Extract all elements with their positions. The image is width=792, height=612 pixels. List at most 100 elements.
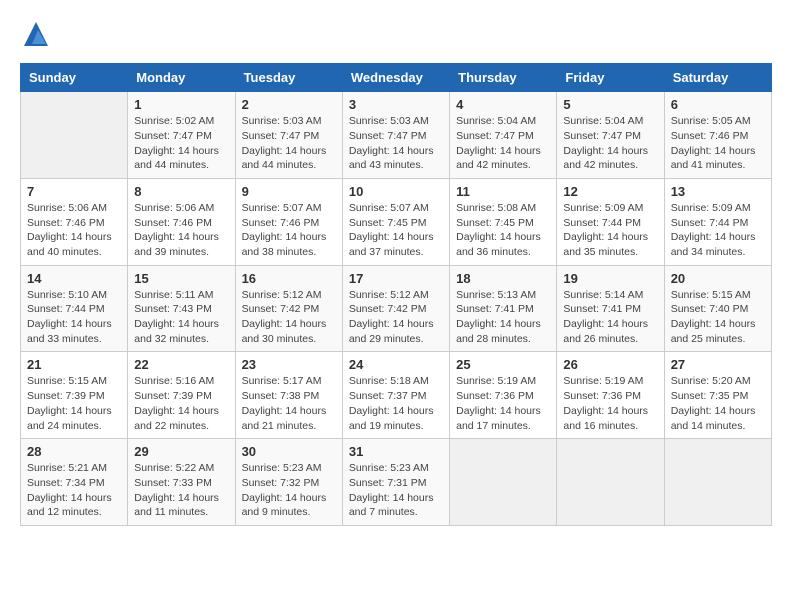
- calendar-cell: 4 Sunrise: 5:04 AM Sunset: 7:47 PM Daylig…: [450, 92, 557, 179]
- day-number: 28: [27, 444, 121, 459]
- calendar-cell: [557, 439, 664, 526]
- day-info: Sunrise: 5:07 AM Sunset: 7:45 PM Dayligh…: [349, 201, 443, 260]
- day-info: Sunrise: 5:15 AM Sunset: 7:40 PM Dayligh…: [671, 288, 765, 347]
- header-cell-wednesday: Wednesday: [342, 64, 449, 92]
- day-number: 12: [563, 184, 657, 199]
- day-number: 20: [671, 271, 765, 286]
- day-number: 15: [134, 271, 228, 286]
- day-number: 13: [671, 184, 765, 199]
- calendar-cell: 1 Sunrise: 5:02 AM Sunset: 7:47 PM Daylig…: [128, 92, 235, 179]
- header-cell-sunday: Sunday: [21, 64, 128, 92]
- day-number: 7: [27, 184, 121, 199]
- calendar-cell: 25 Sunrise: 5:19 AM Sunset: 7:36 PM Dayli…: [450, 352, 557, 439]
- calendar-cell: 27Sunrise: 5:20 AM Sunset: 7:35 PM Dayli…: [664, 352, 771, 439]
- day-number: 11: [456, 184, 550, 199]
- day-info: Sunrise: 5:13 AM Sunset: 7:41 PM Dayligh…: [456, 288, 550, 347]
- calendar-cell: 19 Sunrise: 5:14 AM Sunset: 7:41 PM Dayli…: [557, 265, 664, 352]
- header-row: SundayMondayTuesdayWednesdayThursdayFrid…: [21, 64, 772, 92]
- calendar-cell: 5Sunrise: 5:04 AM Sunset: 7:47 PM Daylig…: [557, 92, 664, 179]
- day-number: 3: [349, 97, 443, 112]
- calendar-cell: 20 Sunrise: 5:15 AM Sunset: 7:40 PM Dayli…: [664, 265, 771, 352]
- day-number: 6: [671, 97, 765, 112]
- day-number: 17: [349, 271, 443, 286]
- day-number: 9: [242, 184, 336, 199]
- day-number: 25: [456, 357, 550, 372]
- day-info: Sunrise: 5:23 AM Sunset: 7:32 PM Dayligh…: [242, 461, 336, 520]
- day-number: 24: [349, 357, 443, 372]
- calendar-cell: [664, 439, 771, 526]
- calendar-cell: 30 Sunrise: 5:23 AM Sunset: 7:32 PM Dayli…: [235, 439, 342, 526]
- day-info: Sunrise: 5:11 AM Sunset: 7:43 PM Dayligh…: [134, 288, 228, 347]
- day-info: Sunrise: 5:02 AM Sunset: 7:47 PM Dayligh…: [134, 114, 228, 173]
- day-info: Sunrise: 5:12 AM Sunset: 7:42 PM Dayligh…: [349, 288, 443, 347]
- calendar-week-0: 1 Sunrise: 5:02 AM Sunset: 7:47 PM Daylig…: [21, 92, 772, 179]
- day-info: Sunrise: 5:21 AM Sunset: 7:34 PM Dayligh…: [27, 461, 121, 520]
- day-number: 21: [27, 357, 121, 372]
- day-number: 30: [242, 444, 336, 459]
- day-number: 27: [671, 357, 765, 372]
- calendar-cell: 3 Sunrise: 5:03 AM Sunset: 7:47 PM Daylig…: [342, 92, 449, 179]
- header-cell-friday: Friday: [557, 64, 664, 92]
- day-info: Sunrise: 5:22 AM Sunset: 7:33 PM Dayligh…: [134, 461, 228, 520]
- calendar-cell: 15 Sunrise: 5:11 AM Sunset: 7:43 PM Dayli…: [128, 265, 235, 352]
- day-number: 18: [456, 271, 550, 286]
- day-number: 26: [563, 357, 657, 372]
- logo: [20, 20, 50, 53]
- day-info: Sunrise: 5:12 AM Sunset: 7:42 PM Dayligh…: [242, 288, 336, 347]
- day-info: Sunrise: 5:14 AM Sunset: 7:41 PM Dayligh…: [563, 288, 657, 347]
- day-info: Sunrise: 5:06 AM Sunset: 7:46 PM Dayligh…: [134, 201, 228, 260]
- calendar-cell: 29 Sunrise: 5:22 AM Sunset: 7:33 PM Dayli…: [128, 439, 235, 526]
- calendar-week-2: 14 Sunrise: 5:10 AM Sunset: 7:44 PM Dayli…: [21, 265, 772, 352]
- calendar-week-3: 21 Sunrise: 5:15 AM Sunset: 7:39 PM Dayli…: [21, 352, 772, 439]
- day-number: 19: [563, 271, 657, 286]
- day-number: 23: [242, 357, 336, 372]
- day-info: Sunrise: 5:19 AM Sunset: 7:36 PM Dayligh…: [456, 374, 550, 433]
- day-info: Sunrise: 5:04 AM Sunset: 7:47 PM Dayligh…: [456, 114, 550, 173]
- day-number: 31: [349, 444, 443, 459]
- calendar-cell: 17 Sunrise: 5:12 AM Sunset: 7:42 PM Dayli…: [342, 265, 449, 352]
- calendar-cell: 2Sunrise: 5:03 AM Sunset: 7:47 PM Daylig…: [235, 92, 342, 179]
- day-info: Sunrise: 5:16 AM Sunset: 7:39 PM Dayligh…: [134, 374, 228, 433]
- day-info: Sunrise: 5:04 AM Sunset: 7:47 PM Dayligh…: [563, 114, 657, 173]
- day-number: 1: [134, 97, 228, 112]
- day-info: Sunrise: 5:17 AM Sunset: 7:38 PM Dayligh…: [242, 374, 336, 433]
- calendar-cell: 22 Sunrise: 5:16 AM Sunset: 7:39 PM Dayli…: [128, 352, 235, 439]
- day-info: Sunrise: 5:10 AM Sunset: 7:44 PM Dayligh…: [27, 288, 121, 347]
- calendar-cell: 28 Sunrise: 5:21 AM Sunset: 7:34 PM Dayli…: [21, 439, 128, 526]
- calendar-cell: 12 Sunrise: 5:09 AM Sunset: 7:44 PM Dayli…: [557, 178, 664, 265]
- calendar-cell: [21, 92, 128, 179]
- header-cell-thursday: Thursday: [450, 64, 557, 92]
- day-number: 16: [242, 271, 336, 286]
- day-info: Sunrise: 5:05 AM Sunset: 7:46 PM Dayligh…: [671, 114, 765, 173]
- calendar-cell: 10 Sunrise: 5:07 AM Sunset: 7:45 PM Dayli…: [342, 178, 449, 265]
- day-info: Sunrise: 5:03 AM Sunset: 7:47 PM Dayligh…: [349, 114, 443, 173]
- day-number: 10: [349, 184, 443, 199]
- day-number: 29: [134, 444, 228, 459]
- calendar-table: SundayMondayTuesdayWednesdayThursdayFrid…: [20, 63, 772, 526]
- calendar-body: 1 Sunrise: 5:02 AM Sunset: 7:47 PM Daylig…: [21, 92, 772, 526]
- day-info: Sunrise: 5:23 AM Sunset: 7:31 PM Dayligh…: [349, 461, 443, 520]
- calendar-cell: 18 Sunrise: 5:13 AM Sunset: 7:41 PM Dayli…: [450, 265, 557, 352]
- calendar-cell: 21 Sunrise: 5:15 AM Sunset: 7:39 PM Dayli…: [21, 352, 128, 439]
- day-info: Sunrise: 5:15 AM Sunset: 7:39 PM Dayligh…: [27, 374, 121, 433]
- day-number: 14: [27, 271, 121, 286]
- day-info: Sunrise: 5:08 AM Sunset: 7:45 PM Dayligh…: [456, 201, 550, 260]
- day-number: 4: [456, 97, 550, 112]
- day-info: Sunrise: 5:07 AM Sunset: 7:46 PM Dayligh…: [242, 201, 336, 260]
- day-info: Sunrise: 5:18 AM Sunset: 7:37 PM Dayligh…: [349, 374, 443, 433]
- calendar-cell: 7 Sunrise: 5:06 AM Sunset: 7:46 PM Daylig…: [21, 178, 128, 265]
- day-info: Sunrise: 5:09 AM Sunset: 7:44 PM Dayligh…: [671, 201, 765, 260]
- calendar-header: SundayMondayTuesdayWednesdayThursdayFrid…: [21, 64, 772, 92]
- day-number: 22: [134, 357, 228, 372]
- calendar-cell: 26 Sunrise: 5:19 AM Sunset: 7:36 PM Dayli…: [557, 352, 664, 439]
- calendar-cell: 8 Sunrise: 5:06 AM Sunset: 7:46 PM Daylig…: [128, 178, 235, 265]
- day-info: Sunrise: 5:19 AM Sunset: 7:36 PM Dayligh…: [563, 374, 657, 433]
- day-number: 2: [242, 97, 336, 112]
- header-cell-tuesday: Tuesday: [235, 64, 342, 92]
- day-number: 8: [134, 184, 228, 199]
- page-header: [20, 20, 772, 53]
- day-info: Sunrise: 5:09 AM Sunset: 7:44 PM Dayligh…: [563, 201, 657, 260]
- calendar-cell: 13 Sunrise: 5:09 AM Sunset: 7:44 PM Dayli…: [664, 178, 771, 265]
- day-info: Sunrise: 5:06 AM Sunset: 7:46 PM Dayligh…: [27, 201, 121, 260]
- calendar-cell: 6 Sunrise: 5:05 AM Sunset: 7:46 PM Daylig…: [664, 92, 771, 179]
